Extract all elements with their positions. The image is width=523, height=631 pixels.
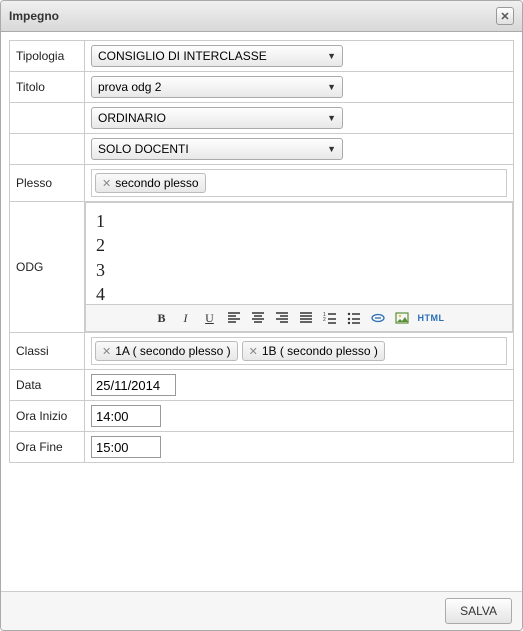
align-right-button[interactable] bbox=[272, 308, 292, 328]
align-center-icon bbox=[251, 311, 265, 325]
classi-tag: ✕ 1B ( secondo plesso ) bbox=[242, 341, 385, 361]
label-empty-1 bbox=[10, 103, 85, 134]
dialog-content: Tipologia CONSIGLIO DI INTERCLASSE Titol… bbox=[1, 32, 522, 471]
tag-remove-icon[interactable]: ✕ bbox=[102, 177, 111, 190]
tag-remove-icon[interactable]: ✕ bbox=[102, 345, 111, 358]
label-ora-fine: Ora Fine bbox=[10, 432, 85, 463]
tipologia-select[interactable]: CONSIGLIO DI INTERCLASSE bbox=[91, 45, 343, 67]
label-classi: Classi bbox=[10, 333, 85, 370]
titolo-select[interactable]: prova odg 2 bbox=[91, 76, 343, 98]
classi-tag-container[interactable]: ✕ 1A ( secondo plesso ) ✕ 1B ( secondo ples… bbox=[91, 337, 507, 365]
ora-fine-input[interactable] bbox=[91, 436, 161, 458]
classi-tag-label: 1A ( secondo plesso ) bbox=[115, 344, 230, 358]
dialog-titlebar: Impegno ✕ bbox=[1, 1, 522, 32]
image-button[interactable] bbox=[392, 308, 412, 328]
odg-line: 3 bbox=[96, 258, 502, 282]
label-tipologia: Tipologia bbox=[10, 41, 85, 72]
salva-button[interactable]: SALVA bbox=[445, 598, 512, 624]
label-ora-inizio: Ora Inizio bbox=[10, 401, 85, 432]
html-source-button[interactable]: HTML bbox=[416, 308, 447, 328]
impegno-dialog: Impegno ✕ Tipologia CONSIGLIO DI INTERCL… bbox=[0, 0, 523, 631]
unordered-list-button[interactable] bbox=[344, 308, 364, 328]
odg-editor-body[interactable]: 1234 bbox=[86, 203, 512, 304]
align-left-icon bbox=[227, 311, 241, 325]
ora-inizio-input[interactable] bbox=[91, 405, 161, 427]
dialog-title: Impegno bbox=[9, 9, 59, 23]
modo-select[interactable]: ORDINARIO bbox=[91, 107, 343, 129]
plesso-tag-label: secondo plesso bbox=[115, 176, 198, 190]
bold-button[interactable]: B bbox=[152, 308, 172, 328]
underline-button[interactable]: U bbox=[200, 308, 220, 328]
classi-tag: ✕ 1A ( secondo plesso ) bbox=[95, 341, 238, 361]
odg-line: 2 bbox=[96, 233, 502, 257]
plesso-tag: ✕ secondo plesso bbox=[95, 173, 206, 193]
label-plesso: Plesso bbox=[10, 165, 85, 202]
align-justify-icon bbox=[299, 311, 313, 325]
partecipanti-select[interactable]: SOLO DOCENTI bbox=[91, 138, 343, 160]
label-odg: ODG bbox=[10, 202, 85, 333]
dialog-footer: SALVA bbox=[1, 591, 522, 630]
plesso-tag-container[interactable]: ✕ secondo plesso bbox=[91, 169, 507, 197]
label-empty-2 bbox=[10, 134, 85, 165]
odg-line: 4 bbox=[96, 282, 502, 304]
form-table: Tipologia CONSIGLIO DI INTERCLASSE Titol… bbox=[9, 40, 514, 463]
align-right-icon bbox=[275, 311, 289, 325]
classi-tag-label: 1B ( secondo plesso ) bbox=[262, 344, 378, 358]
link-icon bbox=[371, 311, 385, 325]
data-input[interactable] bbox=[91, 374, 176, 396]
align-justify-button[interactable] bbox=[296, 308, 316, 328]
odg-editor: 1234 B I U 12 bbox=[85, 202, 513, 332]
close-icon: ✕ bbox=[500, 10, 509, 23]
ordered-list-icon: 12 bbox=[323, 311, 337, 325]
odg-editor-toolbar: B I U 12 HTML bbox=[86, 304, 512, 331]
close-button[interactable]: ✕ bbox=[496, 7, 514, 25]
label-titolo: Titolo bbox=[10, 72, 85, 103]
align-center-button[interactable] bbox=[248, 308, 268, 328]
label-data: Data bbox=[10, 370, 85, 401]
italic-button[interactable]: I bbox=[176, 308, 196, 328]
unordered-list-icon bbox=[347, 311, 361, 325]
link-button[interactable] bbox=[368, 308, 388, 328]
odg-line: 1 bbox=[96, 209, 502, 233]
svg-text:2: 2 bbox=[323, 317, 326, 323]
tag-remove-icon[interactable]: ✕ bbox=[249, 345, 258, 358]
image-icon bbox=[395, 311, 409, 325]
ordered-list-button[interactable]: 12 bbox=[320, 308, 340, 328]
align-left-button[interactable] bbox=[224, 308, 244, 328]
